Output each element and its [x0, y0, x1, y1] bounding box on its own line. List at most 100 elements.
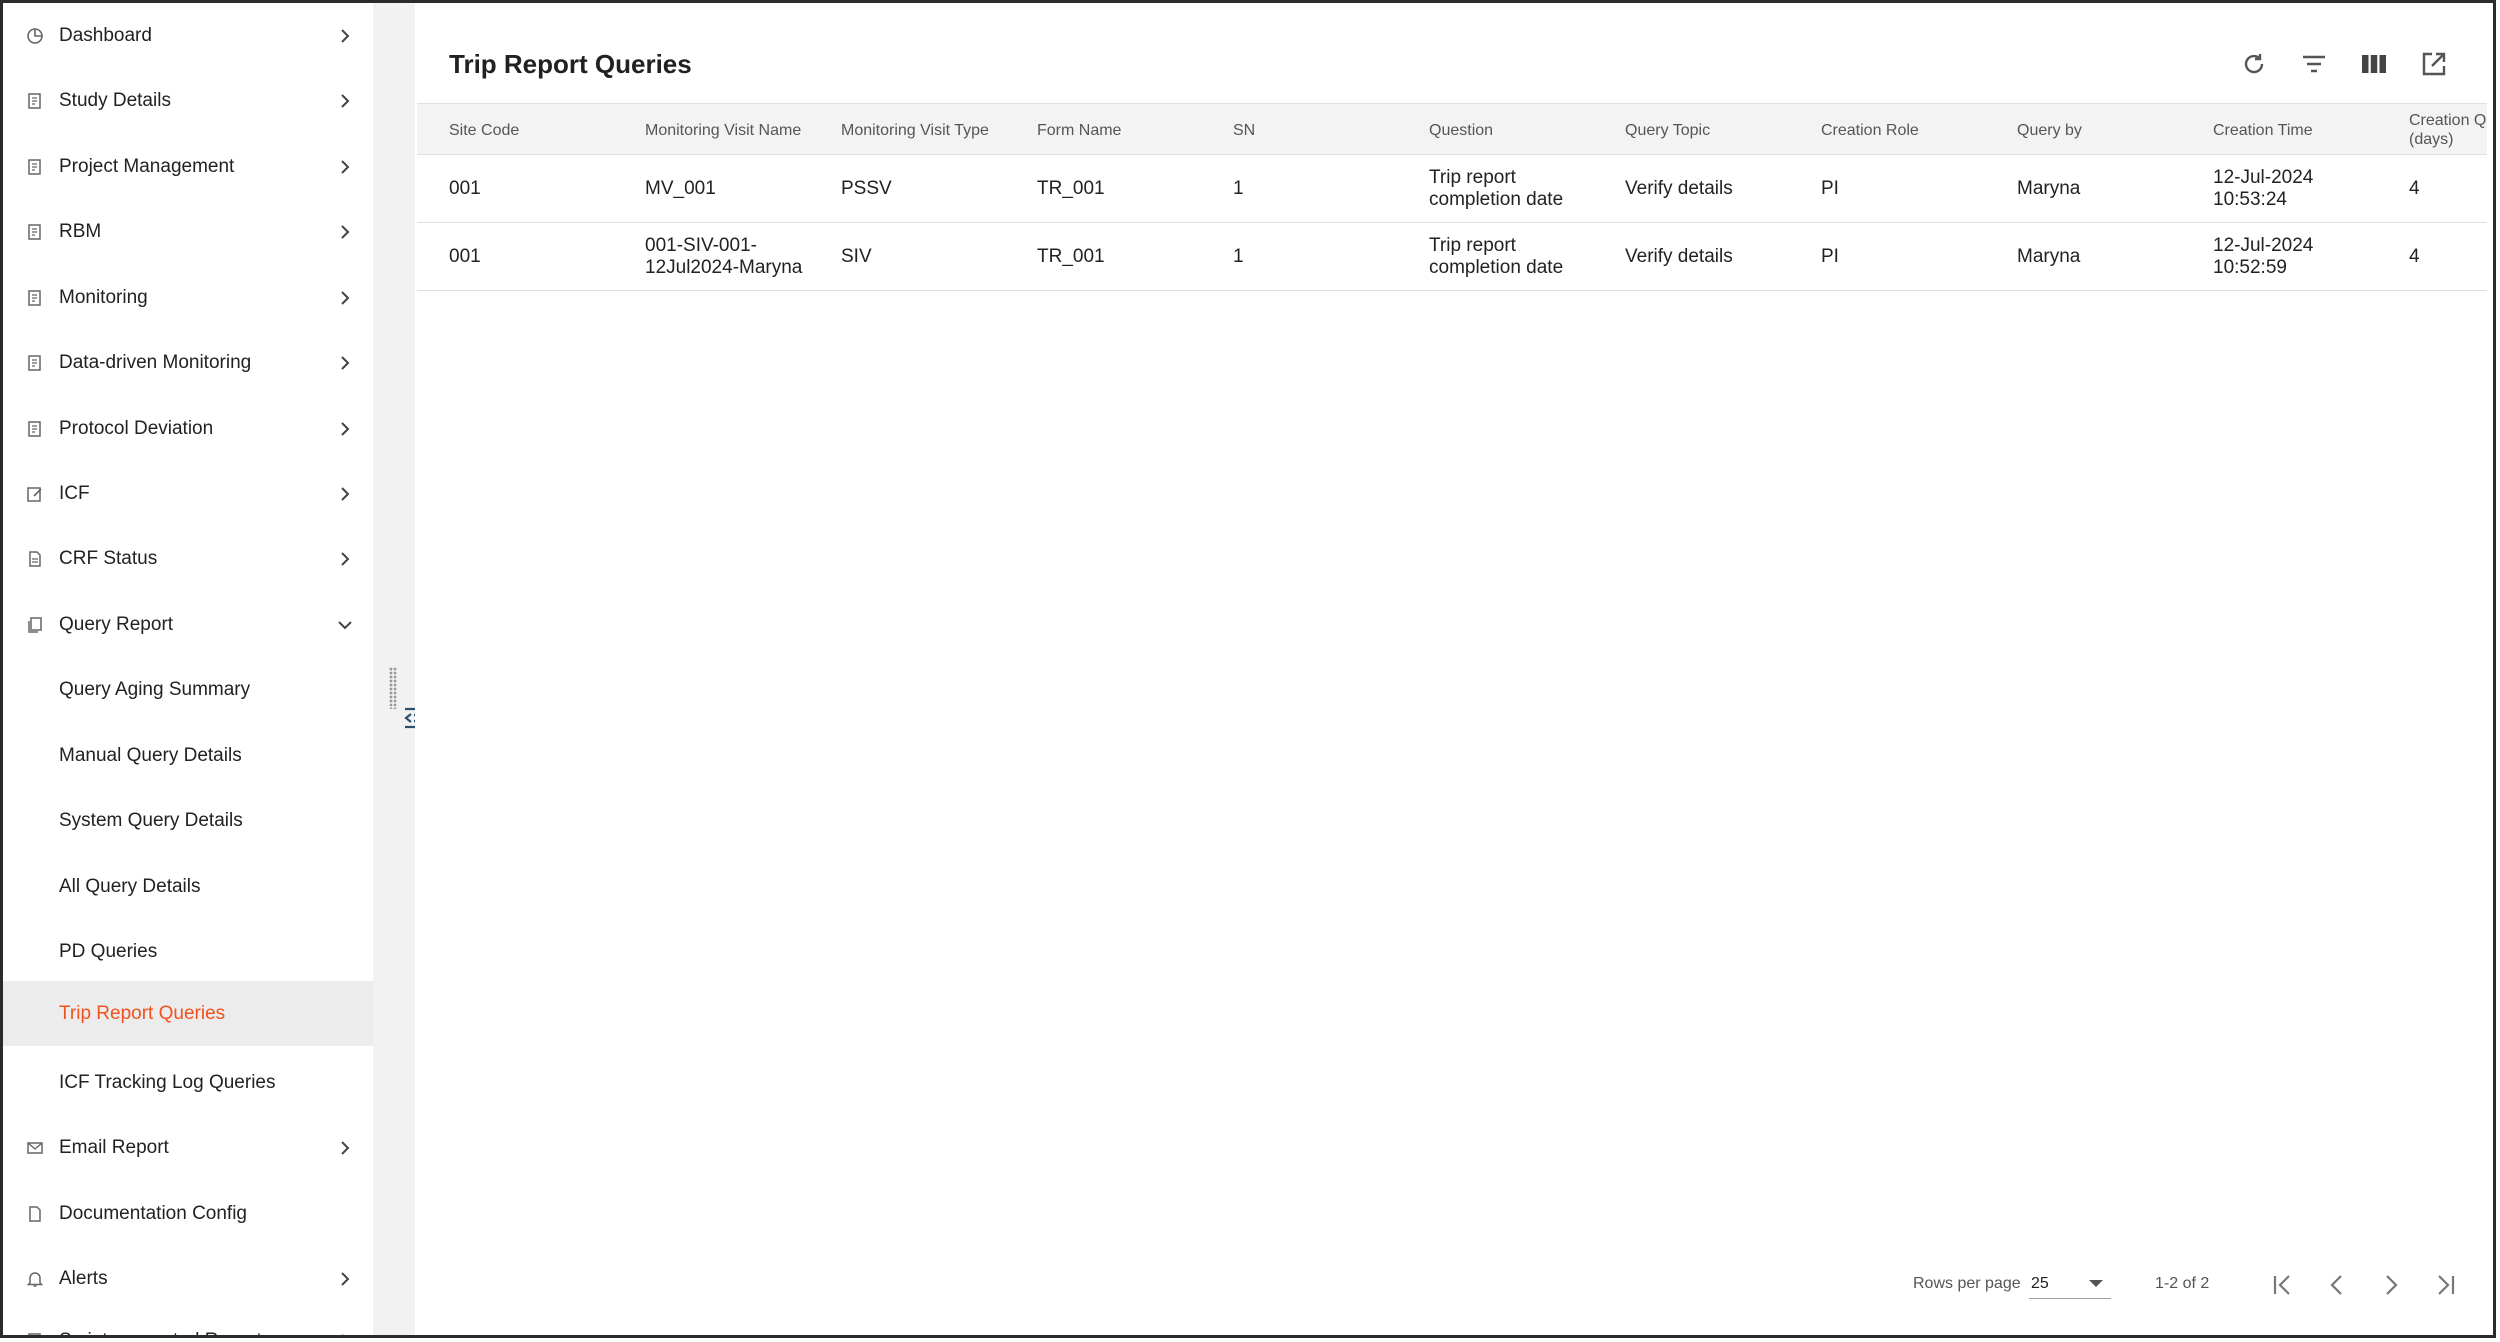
sidebar-subitem-system-query-details[interactable]: System Query Details [3, 788, 373, 853]
sidebar-item-label: Protocol Deviation [59, 417, 214, 439]
sidebar-item-email-report[interactable]: Email Report [3, 1115, 373, 1180]
pagination-range: 1-2 of 2 [2155, 1275, 2210, 1292]
sidebar-item-label: Query Report [59, 613, 174, 635]
sidebar-item-rbm[interactable]: RBM [3, 199, 373, 264]
sidebar-subitem-trip-report-queries[interactable]: Trip Report Queries [3, 981, 373, 1047]
chevron-right-icon [341, 551, 350, 566]
chevron-right-icon [341, 159, 350, 174]
chevron-right-icon [341, 93, 350, 108]
sidebar-item-label: Dashboard [59, 24, 152, 46]
sidebar-item-query-report[interactable]: Query Report [3, 592, 373, 657]
sidebar-subitem-manual-query-details[interactable]: Manual Query Details [3, 723, 373, 788]
sidebar-item-icf[interactable]: ICF [3, 461, 373, 526]
sidebar-subitem-all-query-details[interactable]: All Query Details [3, 854, 373, 919]
sidebar-item-label: System Query Details [59, 809, 243, 831]
sidebar-item-label: RBM [59, 220, 102, 242]
cell-form-name: TR_001 [1037, 246, 1105, 267]
caret-down-icon [2089, 1280, 2103, 1287]
column-header-sn[interactable]: SN [1233, 104, 1255, 156]
last-page-button[interactable] [2429, 1269, 2461, 1301]
report-icon [25, 157, 45, 177]
column-header-creation-q-days[interactable]: Creation Q (days) [2409, 104, 2489, 156]
sidebar-item-label: CRF Status [59, 547, 158, 569]
cell-creation-role: PI [1821, 178, 1839, 199]
sidebar-item-documentation-config[interactable]: Documentation Config [3, 1181, 373, 1246]
first-page-button[interactable] [2267, 1269, 2299, 1301]
column-header-query-topic[interactable]: Query Topic [1625, 104, 1710, 156]
column-header-query-by[interactable]: Query by [2017, 104, 2082, 156]
sidebar-item-label: Monitoring [59, 286, 148, 308]
chevron-right-icon [341, 290, 350, 305]
cell-monitoring-visit-type: PSSV [841, 178, 892, 199]
column-header-monitoring-visit-name[interactable]: Monitoring Visit Name [645, 104, 801, 156]
column-header-site-code[interactable]: Site Code [449, 104, 519, 156]
edit-icon [25, 484, 45, 504]
sidebar-item-protocol-deviation[interactable]: Protocol Deviation [3, 396, 373, 461]
sidebar-item-data-driven-monitoring[interactable]: Data-driven Monitoring [3, 330, 373, 395]
sidebar-item-label: Email Report [59, 1136, 169, 1158]
copy-document-icon [25, 615, 45, 635]
chevron-right-icon [341, 1140, 350, 1155]
columns-icon [2362, 55, 2386, 73]
cell-monitoring-visit-type: SIV [841, 246, 872, 267]
chevron-right-icon [341, 421, 350, 436]
column-header-creation-role[interactable]: Creation Role [1821, 104, 1919, 156]
first-page-icon [2273, 1275, 2290, 1295]
sidebar-item-crf-status[interactable]: CRF Status [3, 526, 373, 591]
sidebar-item-label: Alerts [59, 1267, 108, 1289]
refresh-button[interactable] [2237, 47, 2271, 81]
sidebar-subitem-query-aging-summary[interactable]: Query Aging Summary [3, 657, 373, 722]
columns-button[interactable] [2357, 47, 2391, 81]
column-header-monitoring-visit-type[interactable]: Monitoring Visit Type [841, 104, 989, 156]
table-row[interactable]: 001 001-SIV-001-12Jul2024-Maryna SIV TR_… [417, 223, 2487, 291]
cell-question: Trip report completion date [1429, 235, 1564, 278]
report-icon [25, 353, 45, 373]
sidebar-item-label: Project Management [59, 155, 235, 177]
chevron-right-icon [341, 1333, 344, 1335]
chevron-right-icon [341, 486, 350, 501]
sidebar-item-monitoring[interactable]: Monitoring [3, 265, 373, 330]
cell-query-topic: Verify details [1625, 246, 1733, 267]
chevron-left-icon [2330, 1275, 2342, 1295]
cell-sn: 1 [1233, 178, 1244, 199]
open-external-button[interactable] [2417, 47, 2451, 81]
sidebar-item-project-management[interactable]: Project Management [3, 134, 373, 199]
sidebar-item-label: ICF Tracking Log Queries [59, 1071, 276, 1093]
table-row[interactable]: 001 MV_001 PSSV TR_001 1 Trip report com… [417, 155, 2487, 223]
sidebar-subitem-pd-queries[interactable]: PD Queries [3, 919, 373, 984]
cell-form-name: TR_001 [1037, 178, 1105, 199]
filter-button[interactable] [2297, 47, 2331, 81]
sidebar-item-label: Study Details [59, 89, 171, 111]
cell-creation-time: 12-Jul-2024 10:52:59 [2213, 235, 2314, 278]
report-icon [25, 1331, 45, 1335]
column-header-question[interactable]: Question [1429, 104, 1493, 156]
cell-creation-time: 12-Jul-2024 10:53:24 [2213, 167, 2314, 210]
sidebar: Dashboard Study Details Project Manageme… [3, 3, 373, 1335]
next-page-button[interactable] [2375, 1269, 2407, 1301]
report-icon [25, 419, 45, 439]
document-icon [25, 1204, 45, 1224]
column-header-form-name[interactable]: Form Name [1037, 104, 1121, 156]
previous-page-button[interactable] [2321, 1269, 2353, 1301]
sidebar-item-alerts[interactable]: Alerts [3, 1246, 373, 1311]
resize-handle[interactable] [389, 667, 397, 709]
open-external-icon [2422, 52, 2446, 76]
chevron-right-icon [341, 1271, 350, 1286]
report-icon [25, 288, 45, 308]
last-page-icon [2438, 1275, 2455, 1295]
report-icon [25, 91, 45, 111]
sidebar-item-label: Trip Report Queries [59, 1002, 226, 1024]
chevron-down-icon [338, 620, 352, 630]
table-header: Site Code Monitoring Visit Name Monitori… [417, 103, 2487, 155]
sidebar-subitem-icf-tracking-log-queries[interactable]: ICF Tracking Log Queries [3, 1050, 373, 1115]
dashboard-icon [25, 26, 45, 46]
column-header-creation-time[interactable]: Creation Time [2213, 104, 2313, 156]
report-icon [25, 222, 45, 242]
sidebar-item-dashboard[interactable]: Dashboard [3, 3, 373, 68]
rows-per-page-select[interactable]: 25 [2029, 1269, 2111, 1299]
cell-monitoring-visit-name: 001-SIV-001-12Jul2024-Maryna [645, 235, 803, 278]
sidebar-item-script-generated-reports[interactable]: Script-generated Reports [3, 1308, 373, 1335]
cell-site-code: 001 [449, 246, 481, 267]
refresh-icon [2244, 54, 2264, 74]
sidebar-item-study-details[interactable]: Study Details [3, 68, 373, 133]
